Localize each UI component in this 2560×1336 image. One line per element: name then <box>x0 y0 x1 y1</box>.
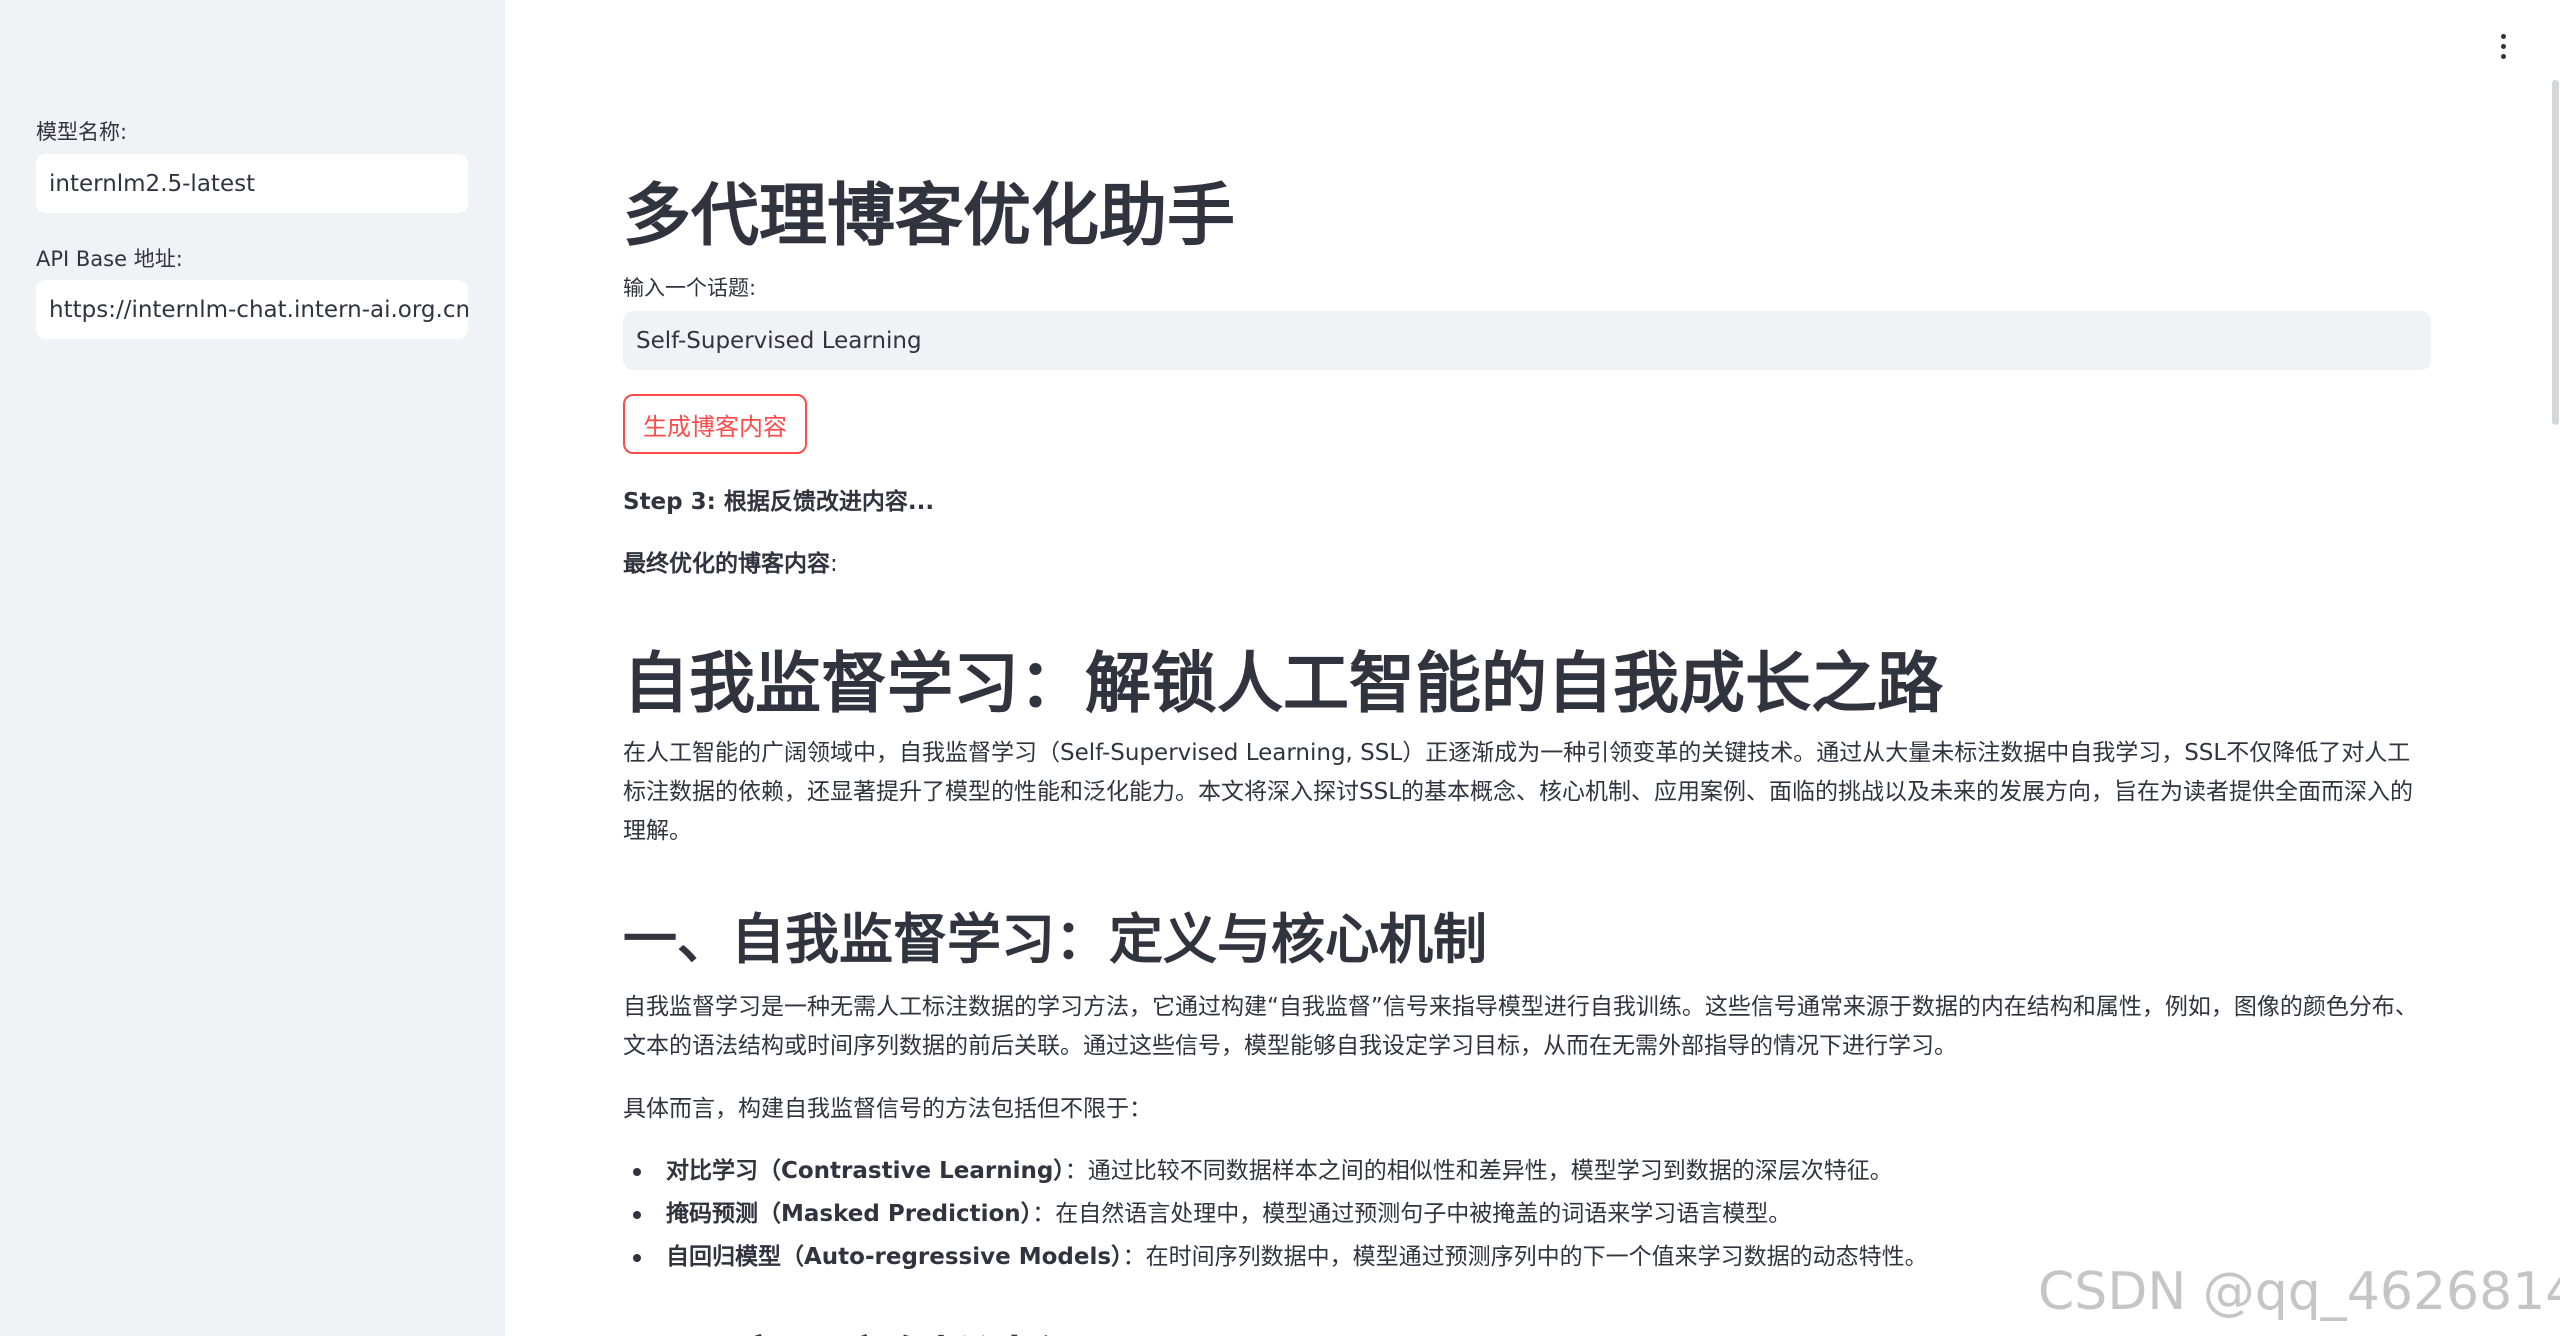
section-heading-1: 一、自我监督学习：定义与核心机制 <box>623 908 1487 971</box>
list-item-bold: 掩码预测（Masked Prediction） <box>666 1201 1033 1227</box>
article-heading: 自我监督学习：解锁人工智能的自我成长之路 <box>623 645 1943 722</box>
list-item-text: ：在时间序列数据中，模型通过预测序列中的下一个值来学习数据的动态特性。 <box>1122 1244 1928 1270</box>
topic-input[interactable]: Self-Supervised Learning <box>623 311 2431 370</box>
section1-paragraph-2: 具体而言，构建自我监督信号的方法包括但不限于： <box>623 1096 1152 1122</box>
scrollbar-thumb[interactable] <box>2552 80 2559 425</box>
model-name-label: 模型名称: <box>36 120 128 144</box>
list-item-bold: 自回归模型（Auto-regressive Models） <box>666 1244 1123 1270</box>
article-intro-paragraph: 在人工智能的广阔领域中，自我监督学习（Self-Supervised Learn… <box>623 740 2414 844</box>
list-item: 对比学习（Contrastive Learning）：通过比较不同数据样本之间的… <box>623 1150 2431 1193</box>
final-content-label: 最终优化的博客内容: <box>623 544 838 578</box>
bullet-icon <box>633 1168 641 1176</box>
list-item: 掩码预测（Masked Prediction）：在自然语言处理中，模型通过预测句… <box>623 1193 2431 1236</box>
section-heading-2: 二、应用案例分析 <box>623 1318 1055 1336</box>
page-title: 多代理博客优化助手 <box>623 177 1236 256</box>
final-content-label-colon: : <box>830 551 838 577</box>
api-base-label: API Base 地址: <box>36 247 183 271</box>
list-item-text: ：在自然语言处理中，模型通过预测句子中被掩盖的词语来学习语言模型。 <box>1032 1201 1792 1227</box>
model-name-input[interactable]: internlm2.5-latest <box>36 154 468 213</box>
watermark: CSDN @qq_46268149 <box>2038 1262 2560 1322</box>
topic-label: 输入一个话题: <box>623 276 757 300</box>
bullet-icon <box>633 1254 641 1262</box>
sidebar: 模型名称: internlm2.5-latest API Base 地址: ht… <box>0 0 505 1336</box>
list-item-text: ：通过比较不同数据样本之间的相似性和差异性，模型学习到数据的深层次特征。 <box>1064 1158 1893 1184</box>
app-window: 模型名称: internlm2.5-latest API Base 地址: ht… <box>0 0 2560 1336</box>
final-content-label-bold: 最终优化的博客内容 <box>623 551 830 577</box>
list-item-bold: 对比学习（Contrastive Learning） <box>666 1158 1065 1184</box>
bullet-icon <box>633 1211 641 1219</box>
api-base-input[interactable]: https://internlm-chat.intern-ai.org.cn/p… <box>36 280 468 339</box>
more-vertical-icon[interactable] <box>2488 28 2518 64</box>
step-status-text: Step 3: 根据反馈改进内容... <box>623 489 935 515</box>
section1-paragraph-1: 自我监督学习是一种无需人工标注数据的学习方法，它通过构建“自我监督”信号来指导模… <box>623 994 2418 1059</box>
generate-blog-button[interactable]: 生成博客内容 <box>623 394 807 454</box>
method-bullet-list: 对比学习（Contrastive Learning）：通过比较不同数据样本之间的… <box>623 1150 2431 1279</box>
